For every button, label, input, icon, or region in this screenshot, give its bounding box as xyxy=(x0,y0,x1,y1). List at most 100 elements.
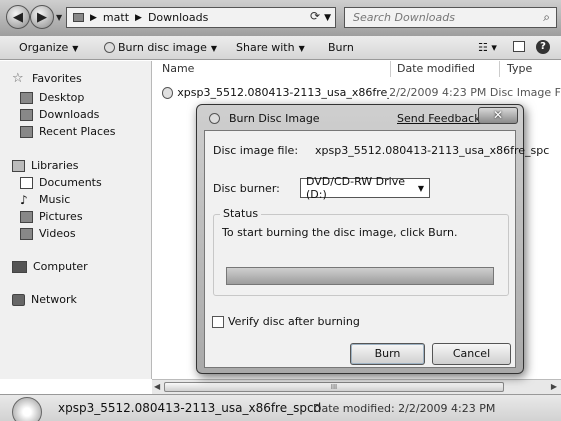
disc-image-icon xyxy=(162,86,174,99)
nav-music-label: Music xyxy=(39,193,71,206)
share-with-button[interactable]: Share with ▼ xyxy=(236,41,305,54)
organize-button[interactable]: Organize ▼ xyxy=(19,41,78,54)
nav-libraries-label: Libraries xyxy=(31,159,79,172)
status-text: To start burning the disc image, click B… xyxy=(222,226,458,239)
desktop-icon xyxy=(20,91,33,104)
nav-libraries[interactable]: Libraries xyxy=(12,159,79,172)
details-file-name: xpsp3_5512.080413-2113_usa_x86fre_spcd xyxy=(58,401,322,415)
scrollbar-thumb[interactable]: III xyxy=(164,382,504,392)
burn-disc-image-dialog: Burn Disc Image Send Feedback ✕ Disc ima… xyxy=(196,104,549,374)
disc-burner-label: Disc burner: xyxy=(213,182,280,195)
breadcrumb-downloads[interactable]: Downloads xyxy=(148,11,208,24)
status-group-title: Status xyxy=(220,207,262,220)
nav-favorites-label: Favorites xyxy=(32,72,82,85)
cancel-button[interactable]: Cancel xyxy=(432,343,511,365)
recent-pages-dropdown-icon[interactable]: ▼ xyxy=(56,13,62,22)
recent-places-icon xyxy=(20,125,33,138)
help-icon[interactable]: ? xyxy=(536,40,550,54)
progress-bar-fill xyxy=(227,268,493,284)
nav-documents-label: Documents xyxy=(39,176,102,189)
nav-recent-places[interactable]: Recent Places xyxy=(20,125,116,138)
nav-favorites[interactable]: ☆ Favorites xyxy=(12,70,82,86)
burn-button[interactable]: Burn xyxy=(350,343,425,365)
close-icon: ✕ xyxy=(492,108,504,122)
burn-disc-image-button[interactable]: Burn disc image ▼ xyxy=(104,41,217,54)
disc-burner-select[interactable]: DVD/CD-RW Drive (D:) ▼ xyxy=(300,175,430,201)
forward-button[interactable]: ▶ xyxy=(30,5,54,29)
nav-recent-places-label: Recent Places xyxy=(39,125,116,138)
nav-desktop-label: Desktop xyxy=(39,91,85,104)
nav-network-label: Network xyxy=(31,293,77,306)
organize-label: Organize xyxy=(19,41,69,54)
send-feedback-link[interactable]: Send Feedback xyxy=(397,112,481,125)
folder-icon xyxy=(73,13,84,22)
burn-disc-image-label: Burn disc image xyxy=(118,41,207,54)
nav-network[interactable]: Network xyxy=(12,293,77,306)
share-with-label: Share with xyxy=(236,41,295,54)
view-options-icon[interactable]: ☷ ▾ xyxy=(478,41,497,54)
address-bar[interactable]: ▶ matt ▶ Downloads ▼ xyxy=(66,7,336,28)
address-dropdown-icon[interactable]: ▼ xyxy=(324,13,331,23)
dialog-title-bar[interactable]: Burn Disc Image xyxy=(209,112,320,125)
downloads-icon xyxy=(20,108,33,121)
file-row[interactable]: xpsp3_5512.080413-2113_usa_x86fre_spcd 2… xyxy=(162,84,561,101)
nav-desktop[interactable]: Desktop xyxy=(20,91,84,104)
close-button[interactable]: ✕ xyxy=(478,107,518,124)
chevron-down-icon: ▼ xyxy=(417,183,424,193)
videos-icon xyxy=(20,227,33,240)
nav-videos-label: Videos xyxy=(39,227,76,240)
disc-image-file-label: Disc image file: xyxy=(213,144,299,157)
breadcrumb-separator-icon[interactable]: ▶ xyxy=(90,13,97,23)
documents-icon xyxy=(20,176,33,189)
search-icon[interactable]: ⌕ xyxy=(543,10,550,25)
verify-disc-checkbox[interactable] xyxy=(212,316,224,328)
disc-icon xyxy=(104,42,115,53)
chevron-down-icon: ▼ xyxy=(72,44,79,53)
star-icon: ☆ xyxy=(12,70,24,86)
scroll-right-icon[interactable]: ▶ xyxy=(551,382,557,391)
column-header-name[interactable]: Name xyxy=(162,62,194,75)
back-button[interactable]: ◀ xyxy=(6,5,30,29)
column-header-type[interactable]: Type xyxy=(507,62,532,75)
nav-computer[interactable]: Computer xyxy=(12,260,88,273)
chevron-down-icon: ▼ xyxy=(210,44,218,53)
search-input[interactable]: Search Downloads ⌕ xyxy=(344,7,557,28)
dialog-title: Burn Disc Image xyxy=(229,112,320,125)
disc-image-large-icon xyxy=(12,397,42,421)
dialog-body: Disc image file: xpsp3_5512.080413-2113_… xyxy=(204,130,549,368)
disc-burner-value: DVD/CD-RW Drive (D:) xyxy=(306,175,405,201)
breadcrumb-separator-icon[interactable]: ▶ xyxy=(135,13,142,23)
details-date-modified: Date modified: 2/2/2009 4:23 PM xyxy=(313,402,496,415)
search-placeholder: Search Downloads xyxy=(353,11,455,24)
nav-music[interactable]: ♪ Music xyxy=(20,193,70,206)
verify-disc-label[interactable]: Verify disc after burning xyxy=(228,315,360,328)
file-type: Disc Image F xyxy=(489,86,561,99)
column-header-date-modified[interactable]: Date modified xyxy=(397,62,475,75)
disc-icon xyxy=(209,113,220,124)
chevron-down-icon: ▼ xyxy=(298,44,305,53)
column-divider[interactable] xyxy=(390,61,391,77)
burn-toolbar-button[interactable]: Burn xyxy=(328,41,354,54)
disc-image-file-value: xpsp3_5512.080413-2113_usa_x86fre_spc xyxy=(315,144,550,157)
nav-downloads-label: Downloads xyxy=(39,108,100,121)
music-icon: ♪ xyxy=(20,192,28,207)
preview-pane-icon[interactable] xyxy=(513,41,525,52)
file-date: 2/2/2009 4:23 PM xyxy=(389,86,487,99)
nav-downloads[interactable]: Downloads xyxy=(20,108,99,121)
nav-documents[interactable]: Documents xyxy=(20,176,102,189)
address-bar-area: ◀ ▶ ▼ ▶ matt ▶ Downloads ▼ ⟳ Search Down… xyxy=(0,0,561,36)
libraries-icon xyxy=(12,159,25,172)
nav-pictures[interactable]: Pictures xyxy=(20,210,83,223)
file-name: xpsp3_5512.080413-2113_usa_x86fre_spcd xyxy=(177,86,389,99)
pictures-icon xyxy=(20,210,33,223)
horizontal-scrollbar[interactable]: ◀ III ▶ xyxy=(152,379,561,394)
column-divider[interactable] xyxy=(499,61,500,77)
breadcrumb-matt[interactable]: matt xyxy=(103,11,129,24)
nav-videos[interactable]: Videos xyxy=(20,227,76,240)
refresh-icon[interactable]: ⟳ xyxy=(310,9,320,23)
nav-computer-label: Computer xyxy=(33,260,88,273)
computer-icon xyxy=(12,260,27,273)
navigation-pane: ☆ Favorites Desktop Downloads Recent Plac… xyxy=(0,61,152,379)
scroll-left-icon[interactable]: ◀ xyxy=(154,382,160,391)
nav-pictures-label: Pictures xyxy=(39,210,83,223)
